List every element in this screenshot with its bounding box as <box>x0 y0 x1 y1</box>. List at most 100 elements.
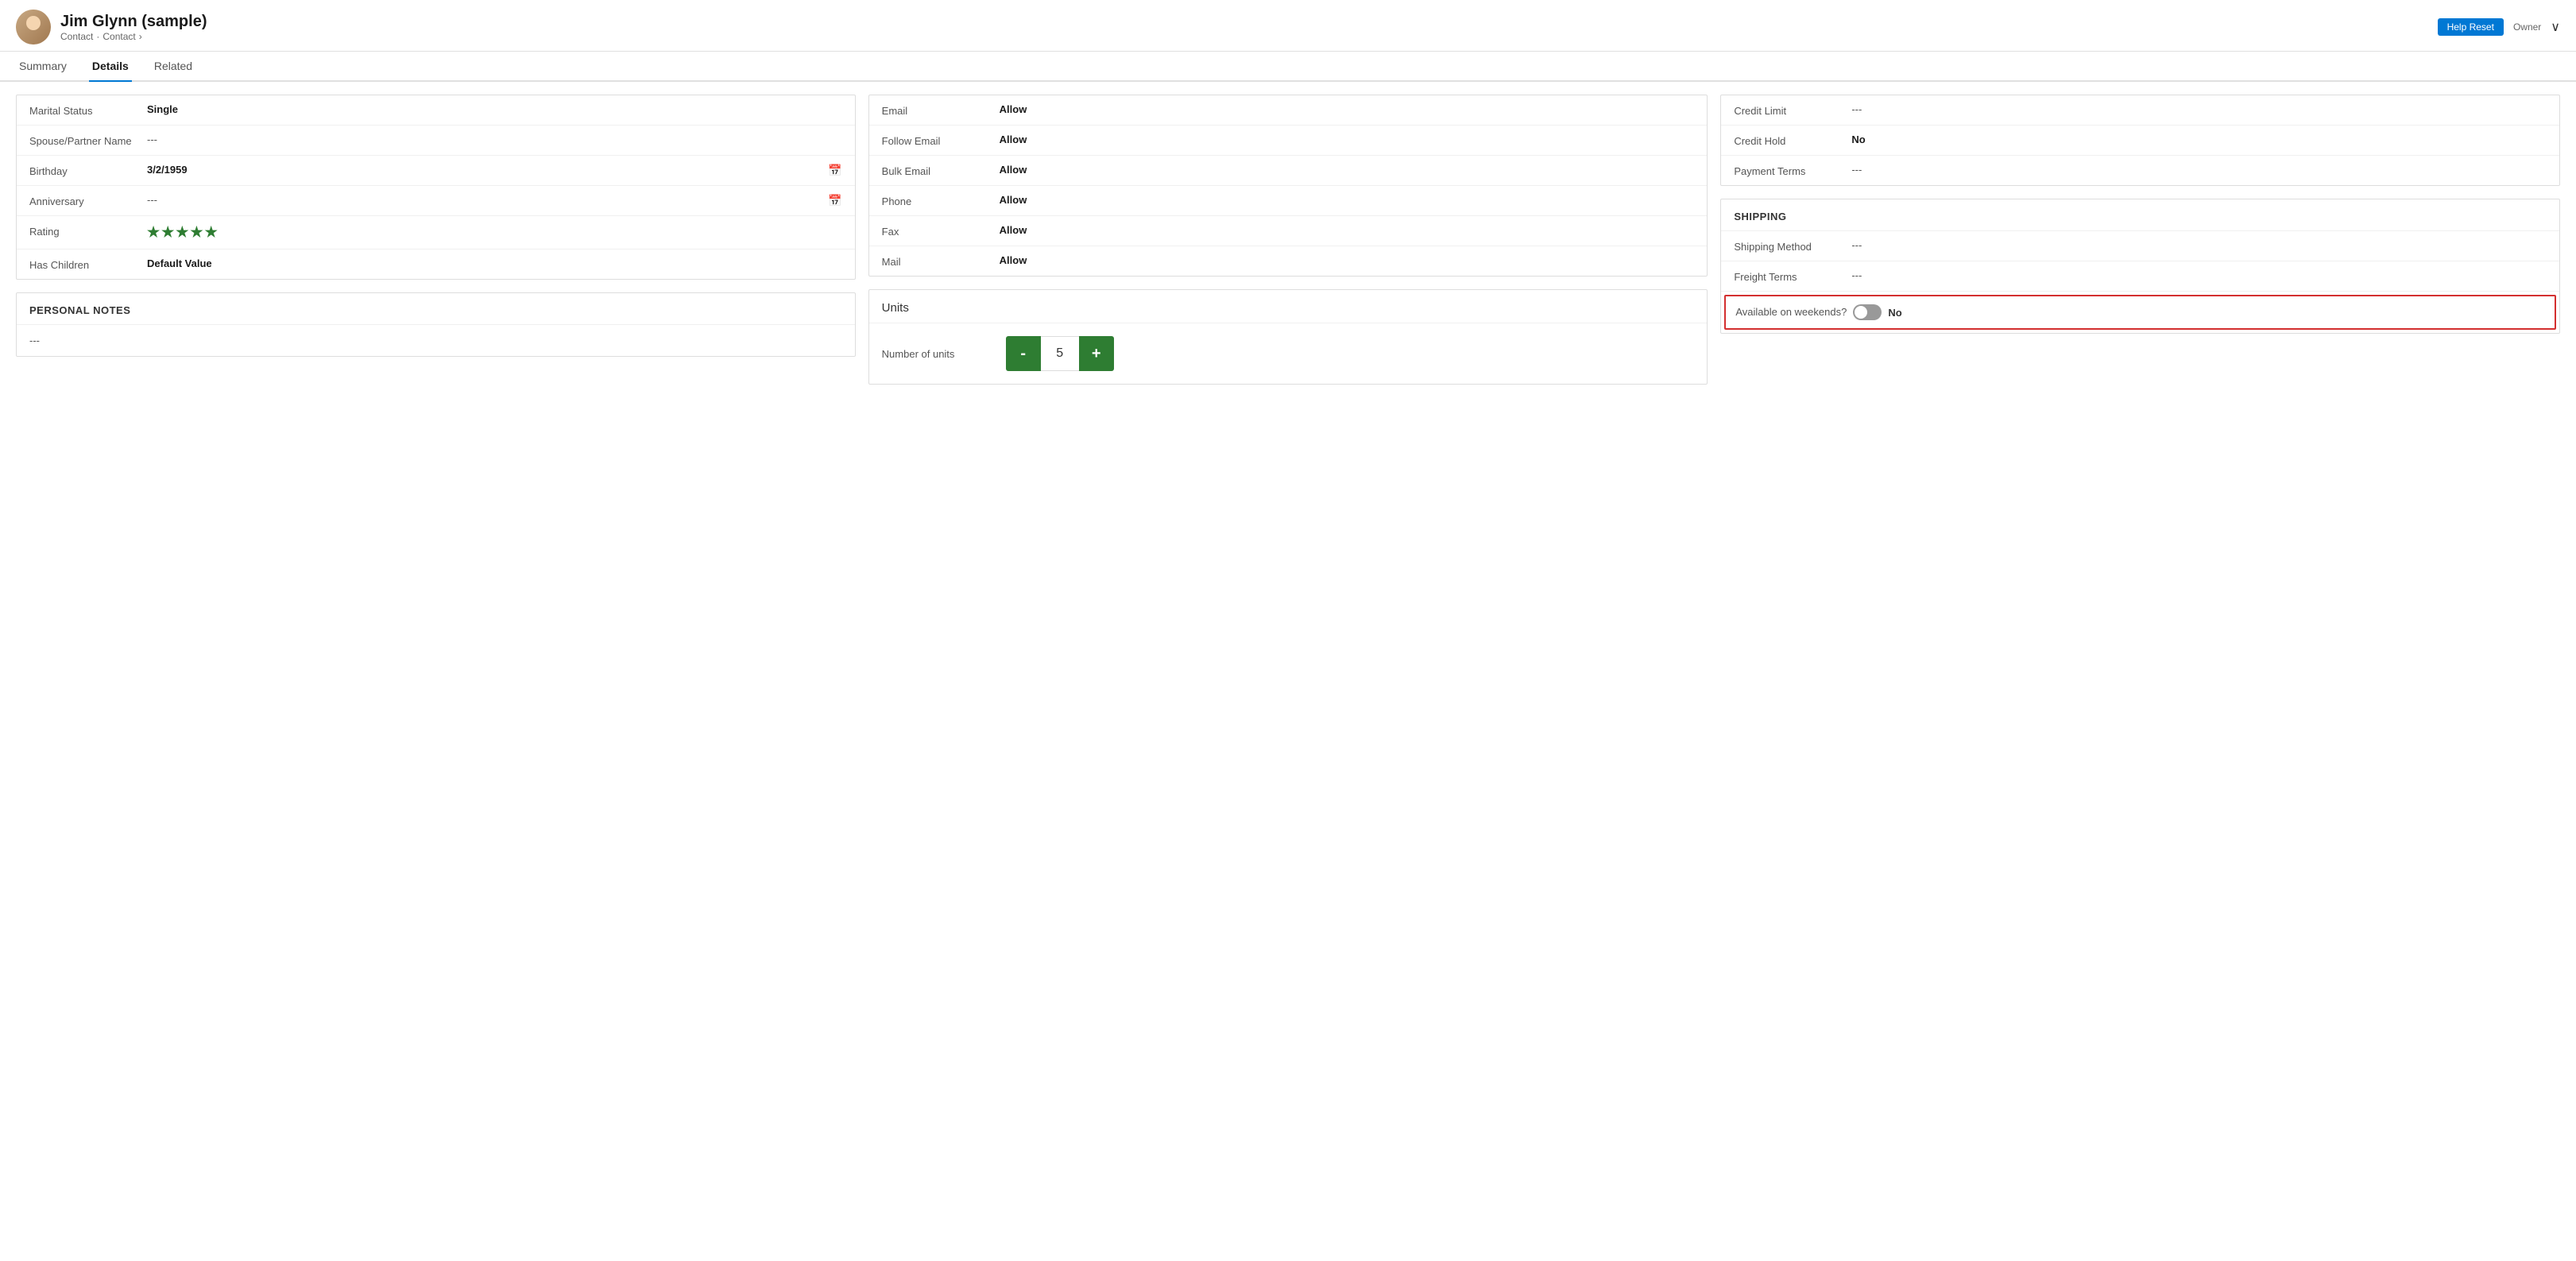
follow-email-label: Follow Email <box>882 133 993 147</box>
birthday-label: Birthday <box>29 164 141 177</box>
phone-row: Phone Allow <box>869 186 1708 216</box>
rating-row: Rating ★ ★ ★ ★ ★ <box>17 216 855 249</box>
contact-subtitle: Contact · Contact › <box>60 31 207 42</box>
units-increment-button[interactable]: + <box>1079 336 1114 371</box>
shipping-header: SHIPPING <box>1721 199 2559 231</box>
contact-preferences-card: Email Allow Follow Email Allow Bulk Emai… <box>868 95 1708 277</box>
fax-label: Fax <box>882 224 993 238</box>
spouse-name-value: --- <box>147 133 842 145</box>
tab-bar: Summary Details Related <box>0 52 2576 82</box>
anniversary-calendar-icon[interactable]: 📅 <box>828 194 841 207</box>
subtitle-contact1[interactable]: Contact <box>60 31 93 42</box>
star-1: ★ <box>147 224 160 241</box>
star-5: ★ <box>205 224 218 241</box>
personal-notes-content: --- <box>17 325 855 356</box>
fax-row: Fax Allow <box>869 216 1708 246</box>
owner-label: Owner <box>2513 21 2541 33</box>
right-column: Credit Limit --- Credit Hold No Payment … <box>1720 95 2560 385</box>
header-chevron-down[interactable]: ∨ <box>2551 19 2560 35</box>
header-right: Help Reset Owner ∨ <box>2438 18 2560 36</box>
mail-row: Mail Allow <box>869 246 1708 276</box>
left-column: Marital Status Single Spouse/Partner Nam… <box>16 95 856 385</box>
tab-summary[interactable]: Summary <box>16 52 70 82</box>
marital-status-value: Single <box>147 103 842 115</box>
credit-hold-label: Credit Hold <box>1734 133 1845 147</box>
personal-info-card: Marital Status Single Spouse/Partner Nam… <box>16 95 856 280</box>
credit-hold-value: No <box>1851 133 2547 145</box>
help-reset-button[interactable]: Help Reset <box>2438 18 2504 36</box>
phone-value: Allow <box>1000 194 1695 206</box>
has-children-row: Has Children Default Value <box>17 249 855 279</box>
mail-label: Mail <box>882 254 993 268</box>
main-content: Marital Status Single Spouse/Partner Nam… <box>0 82 2576 397</box>
tab-related[interactable]: Related <box>151 52 195 82</box>
star-2: ★ <box>161 224 174 241</box>
toggle-container: No <box>1853 304 1901 320</box>
shipping-method-label: Shipping Method <box>1734 239 1845 253</box>
bulk-email-value: Allow <box>1000 164 1695 176</box>
freight-terms-row: Freight Terms --- <box>1721 261 2559 292</box>
number-of-units-label: Number of units <box>882 348 993 360</box>
personal-notes-header: PERSONAL NOTES <box>17 293 855 325</box>
header-left: Jim Glynn (sample) Contact · Contact › <box>16 10 207 44</box>
marital-status-row: Marital Status Single <box>17 95 855 126</box>
subtitle-contact2[interactable]: Contact <box>102 31 135 42</box>
birthday-value: 3/2/1959 <box>147 164 815 176</box>
birthday-calendar-icon[interactable]: 📅 <box>828 164 841 177</box>
payment-terms-value: --- <box>1851 164 2547 176</box>
personal-notes-card: PERSONAL NOTES --- <box>16 292 856 357</box>
payment-terms-row: Payment Terms --- <box>1721 156 2559 185</box>
credit-limit-row: Credit Limit --- <box>1721 95 2559 126</box>
units-decrement-button[interactable]: - <box>1006 336 1041 371</box>
follow-email-value: Allow <box>1000 133 1695 145</box>
available-weekends-row: Available on weekends? No <box>1724 295 2556 330</box>
shipping-method-row: Shipping Method --- <box>1721 231 2559 261</box>
mail-value: Allow <box>1000 254 1695 266</box>
has-children-value: Default Value <box>147 257 842 269</box>
bulk-email-label: Bulk Email <box>882 164 993 177</box>
star-4: ★ <box>190 224 203 241</box>
shipping-method-value: --- <box>1851 239 2547 251</box>
avatar <box>16 10 51 44</box>
birthday-row: Birthday 3/2/1959 📅 <box>17 156 855 186</box>
email-row: Email Allow <box>869 95 1708 126</box>
units-value: 5 <box>1041 336 1079 371</box>
shipping-card: SHIPPING Shipping Method --- Freight Ter… <box>1720 199 2560 334</box>
marital-status-label: Marital Status <box>29 103 141 117</box>
rating-label: Rating <box>29 224 141 238</box>
credit-limit-label: Credit Limit <box>1734 103 1845 117</box>
spouse-name-label: Spouse/Partner Name <box>29 133 141 147</box>
available-weekends-value: No <box>1888 307 1901 319</box>
toggle-slider <box>1853 304 1882 320</box>
page-header: Jim Glynn (sample) Contact · Contact › H… <box>0 0 2576 52</box>
bulk-email-row: Bulk Email Allow <box>869 156 1708 186</box>
phone-label: Phone <box>882 194 993 207</box>
follow-email-row: Follow Email Allow <box>869 126 1708 156</box>
header-title: Jim Glynn (sample) Contact · Contact › <box>60 13 207 42</box>
has-children-label: Has Children <box>29 257 141 271</box>
billing-card: Credit Limit --- Credit Hold No Payment … <box>1720 95 2560 186</box>
units-section-header: Units <box>869 290 1708 323</box>
email-value: Allow <box>1000 103 1695 115</box>
available-weekends-toggle[interactable] <box>1853 304 1882 320</box>
freight-terms-value: --- <box>1851 269 2547 281</box>
rating-value: ★ ★ ★ ★ ★ <box>147 224 842 241</box>
available-weekends-label: Available on weekends? <box>1735 304 1847 318</box>
units-card: Units Number of units - 5 + <box>868 289 1708 385</box>
subtitle-chevron[interactable]: › <box>139 31 142 42</box>
anniversary-value: --- <box>147 194 815 206</box>
middle-column: Email Allow Follow Email Allow Bulk Emai… <box>868 95 1708 385</box>
contact-name: Jim Glynn (sample) <box>60 13 207 31</box>
units-stepper: - 5 + <box>1006 336 1114 371</box>
tab-details[interactable]: Details <box>89 52 132 82</box>
owner-section: Owner <box>2513 21 2541 33</box>
fax-value: Allow <box>1000 224 1695 236</box>
payment-terms-label: Payment Terms <box>1734 164 1845 177</box>
anniversary-label: Anniversary <box>29 194 141 207</box>
credit-hold-row: Credit Hold No <box>1721 126 2559 156</box>
units-row: Number of units - 5 + <box>869 323 1708 384</box>
credit-limit-value: --- <box>1851 103 2547 115</box>
spouse-name-row: Spouse/Partner Name --- <box>17 126 855 156</box>
anniversary-row: Anniversary --- 📅 <box>17 186 855 216</box>
freight-terms-label: Freight Terms <box>1734 269 1845 283</box>
